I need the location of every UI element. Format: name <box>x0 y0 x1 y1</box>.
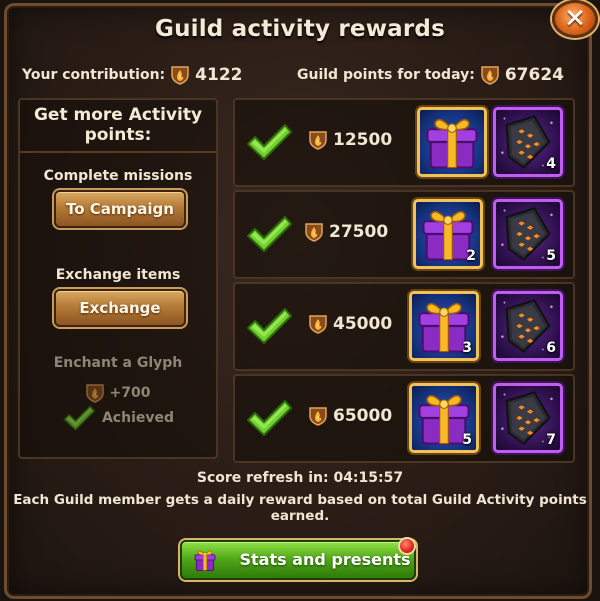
gift-count: 3 <box>462 340 472 356</box>
score-refresh-timer: Score refresh in: 04:15:57 <box>196 470 404 486</box>
window-title: Guild activity rewards <box>154 16 445 42</box>
reward-row: 65000 5 7 <box>233 374 575 463</box>
activity-points-panel: Get more Activity points: Complete missi… <box>18 98 218 459</box>
to-campaign-button[interactable]: To Campaign <box>54 190 186 228</box>
reward-threshold: 12500 <box>309 130 392 150</box>
glyph-label: Enchant a Glyph <box>53 355 183 371</box>
activity-points-icon <box>309 130 327 150</box>
reward-threshold: 65000 <box>309 406 392 426</box>
gift-reward-tile[interactable]: 5 <box>409 383 479 453</box>
exchange-label: Exchange items <box>55 267 181 283</box>
glyph-status: Achieved <box>20 404 216 432</box>
activity-points-icon <box>171 65 189 85</box>
reward-row: 27500 2 5 <box>233 190 575 279</box>
check-icon <box>245 306 293 346</box>
close-icon: ✕ <box>564 4 586 34</box>
gift-reward-tile[interactable] <box>417 107 487 177</box>
close-button[interactable]: ✕ <box>552 0 598 38</box>
glyph-reward-tile[interactable]: 5 <box>493 199 563 269</box>
gift-count: 5 <box>462 432 472 448</box>
check-icon <box>245 398 293 438</box>
notification-dot <box>398 537 416 555</box>
reward-points: 12500 <box>333 130 393 150</box>
stats-button-label: Stats and presents <box>239 550 411 569</box>
activity-points-icon <box>481 65 499 85</box>
guild-points-label: Guild points for today: <box>297 67 475 83</box>
guild-points-stat: Guild points for today: 67624 <box>297 65 564 85</box>
glyph-status-text: Achieved <box>101 410 175 426</box>
guild-points-value: 67624 <box>504 65 564 85</box>
glyph-count: 7 <box>546 432 556 448</box>
gift-count: 2 <box>466 248 476 264</box>
glyph-reward-tile[interactable]: 7 <box>493 383 563 453</box>
glyph-reward-tile[interactable]: 6 <box>493 291 563 361</box>
contribution-stat: Your contribution: 4122 <box>22 65 243 85</box>
reward-points: 45000 <box>333 314 393 334</box>
gift-icon <box>192 547 218 573</box>
reward-points: 27500 <box>329 222 389 242</box>
activity-points-icon <box>305 222 323 242</box>
gift-reward-tile[interactable]: 2 <box>413 199 483 269</box>
activity-points-icon <box>86 383 104 403</box>
reward-row: 45000 3 6 <box>233 282 575 371</box>
glyph-count: 4 <box>546 156 556 172</box>
check-icon <box>245 122 293 162</box>
gift-reward-tile[interactable]: 3 <box>409 291 479 361</box>
panel-heading: Get more Activity points: <box>20 100 216 153</box>
reward-threshold: 45000 <box>309 314 392 334</box>
reward-points: 65000 <box>333 406 393 426</box>
glyph-bonus-value: +700 <box>109 385 151 401</box>
glyph-bonus: +700 <box>20 383 216 403</box>
activity-points-icon <box>309 406 327 426</box>
glyph-count: 6 <box>546 340 556 356</box>
glyph-count: 5 <box>546 248 556 264</box>
activity-points-icon <box>309 314 327 334</box>
check-icon <box>245 214 293 254</box>
reward-threshold: 27500 <box>305 222 388 242</box>
glyph-reward-tile[interactable]: 4 <box>493 107 563 177</box>
reward-info-text: Each Guild member gets a daily reward ba… <box>13 492 587 524</box>
check-icon <box>62 404 96 432</box>
missions-label: Complete missions <box>43 168 193 184</box>
exchange-button[interactable]: Exchange <box>54 289 186 327</box>
gift-icon <box>420 110 484 174</box>
stats-and-presents-button[interactable]: Stats and presents <box>180 540 416 580</box>
contribution-value: 4122 <box>195 65 243 85</box>
contribution-label: Your contribution: <box>22 67 166 83</box>
reward-row: 12500 4 <box>233 98 575 187</box>
